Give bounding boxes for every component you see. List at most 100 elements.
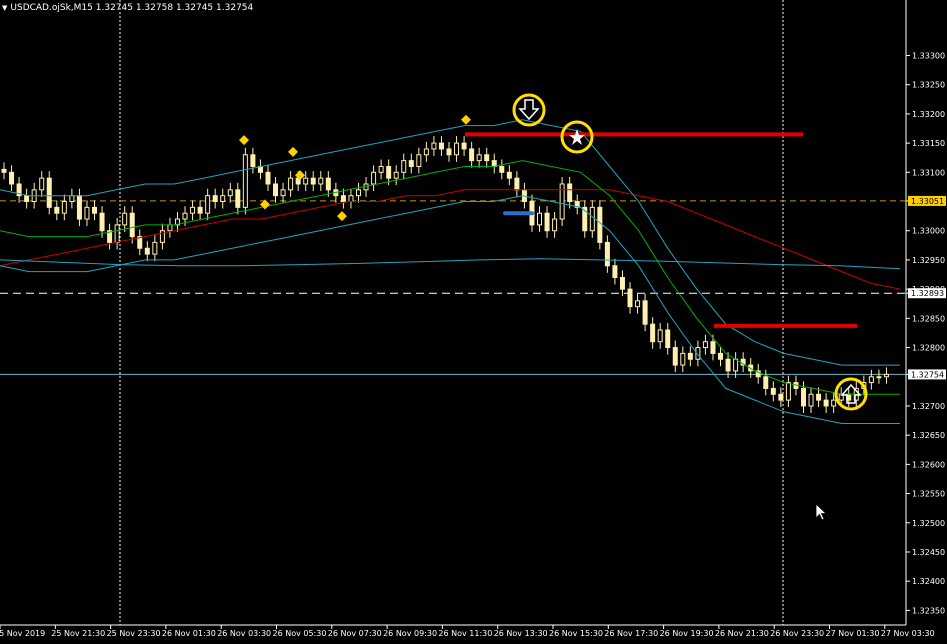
y-tick-label-12: 1.32754 [911, 370, 944, 379]
candle-body-27 [205, 195, 211, 214]
candle-body-49 [371, 171, 377, 185]
candle-body-28 [212, 195, 218, 203]
candle-body-62 [469, 148, 475, 162]
candle-body-109 [823, 399, 829, 407]
y-tick-label-20: 1.32350 [912, 606, 945, 615]
x-tick-label-8: 26 Nov 11:30 [438, 629, 492, 638]
candle-body-54 [408, 160, 414, 167]
triangle-down-icon[interactable]: ▼ [2, 4, 7, 12]
x-tick-label-13: 26 Nov 21:30 [715, 629, 769, 638]
candle-body-36 [273, 183, 279, 197]
y-tick-label-1: 1.33250 [912, 81, 945, 90]
bollinger-lower-line [0, 195, 900, 424]
candle-body-85 [642, 300, 648, 325]
ma-long-line [0, 258, 901, 270]
y-tick-label-0: 1.33300 [912, 51, 945, 60]
candle-body-74 [559, 183, 565, 220]
candle-body-80 [604, 241, 610, 267]
y-tick-label-4: 1.33100 [912, 168, 945, 177]
x-tick-label-12: 26 Nov 19:30 [660, 629, 714, 638]
chart-area[interactable]: 1.33300 1.33250 1.33200 1.33150 1.33100 1.330… [0, 0, 947, 640]
x-tick-label-0: 25 Nov 2019 [0, 629, 45, 638]
diamond-marker-0 [239, 135, 249, 146]
candle-body-115 [868, 376, 874, 384]
candle-body-90 [680, 352, 686, 366]
candle-body-45 [340, 195, 346, 203]
symbol-label: USDCAD.ojSk,M15 [10, 3, 93, 13]
x-tick-label-9: 26 Nov 13:30 [494, 629, 548, 638]
x-tick-label-5: 26 Nov 05:30 [273, 629, 327, 638]
candle-body-37 [280, 189, 286, 197]
candle-body-57 [431, 142, 437, 150]
candle-body-53 [401, 160, 407, 173]
candle-body-0 [1, 168, 7, 173]
candle-body-59 [446, 148, 452, 156]
down-arrow-icon [518, 99, 540, 121]
y-tick-label-17: 1.32500 [912, 519, 945, 528]
y-tick-label-3: 1.33150 [912, 139, 945, 148]
candle-body-22 [167, 224, 173, 232]
y-tick-label-10: 1.32850 [912, 314, 945, 323]
candle-body-83 [627, 288, 633, 308]
close-value: 1.32754 [216, 3, 254, 13]
price-chart[interactable]: 1.33300 1.33250 1.33200 1.33150 1.33100 1.330… [0, 0, 947, 640]
candle-body-102 [770, 387, 776, 395]
diamond-marker-4 [337, 211, 347, 222]
candle-body-8 [61, 201, 67, 214]
candle-body-104 [785, 382, 791, 401]
y-tick-label-16: 1.32550 [912, 490, 945, 499]
candle-body-33 [250, 154, 256, 167]
y-tick-label-13: 1.32700 [912, 402, 945, 411]
candle-body-47 [355, 189, 361, 197]
candle-body-35 [265, 171, 271, 185]
candle-body-11 [84, 206, 90, 220]
candle-body-97 [733, 358, 739, 372]
candle-body-17 [129, 212, 135, 238]
y-tick-label-19: 1.32400 [912, 577, 945, 586]
candle-body-58 [438, 142, 444, 150]
candle-body-103 [778, 393, 784, 401]
x-tick-label-7: 26 Nov 09:30 [383, 629, 437, 638]
candle-body-110 [831, 399, 837, 407]
candle-body-75 [567, 183, 573, 203]
x-tick-label-10: 26 Nov 15:30 [549, 629, 603, 638]
candle-body-50 [378, 165, 384, 173]
y-tick-label-9: 1.32893 [911, 289, 944, 298]
x-tick-label-11: 26 Nov 17:30 [604, 629, 658, 638]
bollinger-upper-line [0, 119, 900, 366]
candle-body-91 [687, 352, 693, 360]
candle-body-30 [227, 189, 233, 197]
candle-body-40 [303, 177, 309, 185]
y-tick-label-7: 1.32950 [912, 256, 945, 265]
y-tick-label-14: 1.32650 [912, 431, 945, 440]
candle-body-25 [190, 206, 196, 214]
candle-body-10 [76, 195, 82, 220]
candle-body-64 [484, 154, 490, 162]
candle-body-51 [386, 165, 392, 179]
x-tick-label-15: 27 Nov 01:30 [826, 629, 880, 638]
candle-body-16 [122, 212, 128, 226]
y-tick-label-11: 1.32800 [912, 344, 945, 353]
candle-body-12 [92, 206, 98, 214]
diamond-marker-5 [461, 114, 471, 125]
candle-body-29 [220, 195, 226, 203]
x-tick-label-2: 25 Nov 23:30 [107, 629, 161, 638]
candle-body-15 [114, 224, 120, 243]
candle-body-101 [763, 376, 769, 389]
candle-body-117 [883, 373, 889, 378]
candle-body-116 [876, 376, 882, 379]
open-value: 1.32745 [95, 3, 133, 13]
candle-body-55 [416, 154, 422, 167]
candle-body-56 [423, 148, 429, 156]
y-tick-label-2: 1.33200 [912, 110, 945, 119]
candle-body-78 [589, 206, 595, 232]
diamond-marker-1 [288, 146, 298, 157]
x-tick-label-3: 26 Nov 01:30 [162, 629, 216, 638]
candle-body-60 [454, 142, 460, 156]
candle-body-84 [635, 300, 641, 308]
candle-body-82 [619, 276, 625, 290]
candle-body-86 [650, 323, 656, 343]
candle-body-5 [39, 177, 45, 191]
candle-body-87 [657, 329, 663, 343]
candle-body-46 [348, 195, 354, 203]
